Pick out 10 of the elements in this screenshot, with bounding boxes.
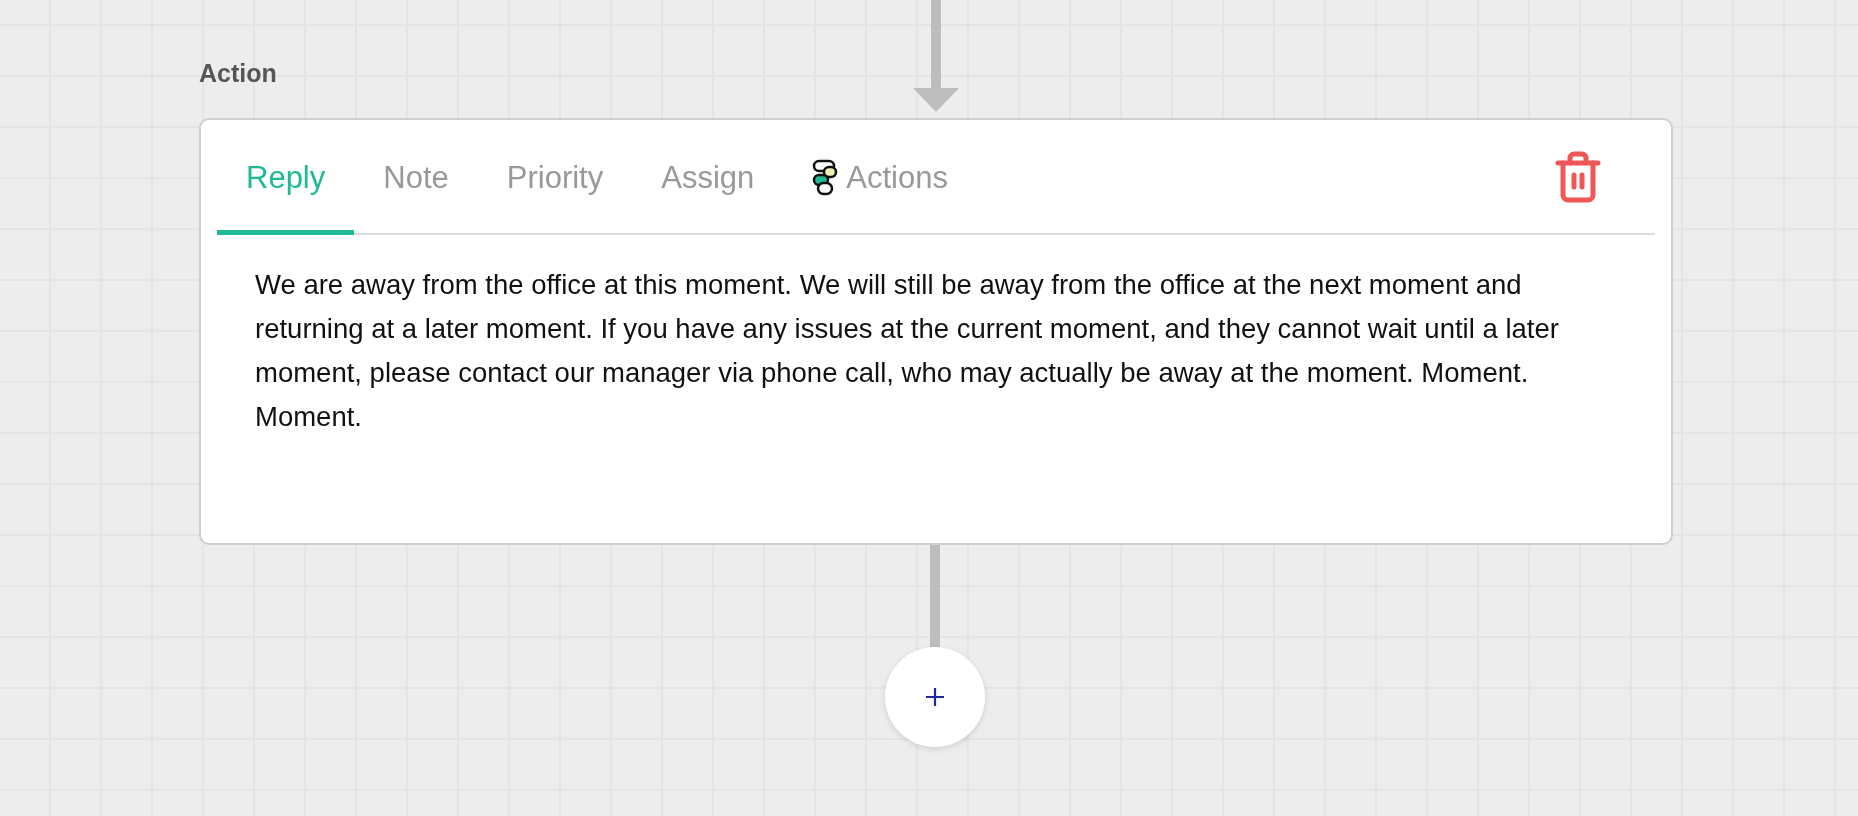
tab[interactable]: Actions bbox=[783, 120, 977, 235]
trash-icon bbox=[1555, 150, 1601, 203]
reply-text[interactable]: We are away from the office at this moment. We will still be away from the office at the next moment and returning at a later moment. If you have any issues at the current moment, and they cannot wait until a later moment, please contact our manager via phone call, who may actually be away at the moment. Moment. Moment. bbox=[255, 263, 1635, 439]
tab[interactable]: Reply bbox=[217, 120, 355, 235]
section-label: Action bbox=[199, 59, 277, 88]
tab[interactable]: Priority bbox=[477, 120, 633, 235]
tab[interactable]: Assign bbox=[632, 120, 784, 235]
plus-icon bbox=[925, 687, 945, 707]
tab[interactable]: Note bbox=[354, 120, 478, 235]
integration-icon bbox=[812, 159, 839, 197]
